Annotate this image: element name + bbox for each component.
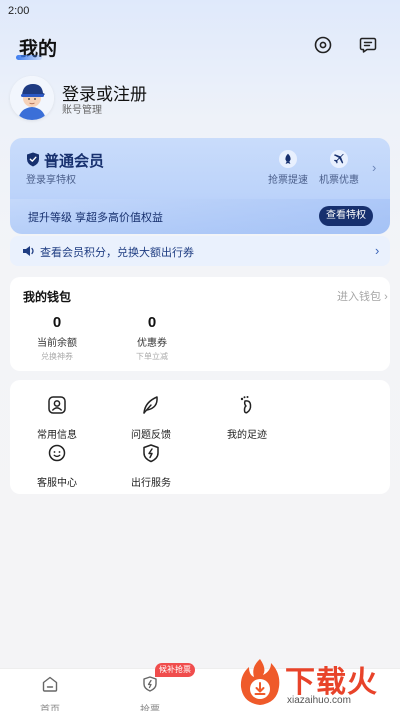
- service-footprint[interactable]: 我的足迹: [212, 394, 282, 441]
- status-bar: 2:00: [0, 0, 400, 22]
- service-feedback[interactable]: 问题反馈: [116, 394, 186, 441]
- status-time: 2:00: [8, 5, 30, 17]
- avatar-illustration-icon: [10, 76, 54, 120]
- waitlist-badge: 候补抢票: [155, 663, 195, 677]
- service-travel[interactable]: 出行服务: [116, 442, 186, 489]
- wallet-card: 我的钱包 进入钱包 › 0 当前余额 兑换神券 0 优惠券 下单立减: [10, 277, 390, 371]
- service-frequent-info[interactable]: 常用信息: [22, 394, 92, 441]
- coupon-value: 0: [147, 314, 157, 331]
- message-icon[interactable]: [358, 35, 378, 55]
- title-underline: [16, 55, 42, 60]
- service-customer-center[interactable]: 客服中心: [22, 442, 92, 489]
- ticket-grab-icon: [143, 676, 157, 692]
- login-profile[interactable]: 登录或注册 账号管理: [10, 76, 310, 122]
- view-perks-button[interactable]: 查看特权: [319, 206, 373, 226]
- travel-service-icon: [143, 444, 159, 463]
- perk-flight-discount[interactable]: 机票优惠: [315, 150, 363, 186]
- balance-sub: 兑换神券: [41, 352, 73, 361]
- feather-icon: [143, 396, 158, 414]
- footprint-icon: [240, 396, 252, 414]
- rocket-icon: [285, 153, 291, 164]
- avatar[interactable]: [10, 76, 54, 120]
- points-banner-text: 查看会员积分，兑换大额出行券: [40, 247, 194, 259]
- tab-grab-ticket[interactable]: 抢票: [120, 675, 180, 711]
- membership-upgrade-bar: 提升等级 享超多高价值权益 查看特权: [10, 199, 390, 234]
- chevron-right-icon[interactable]: ›: [372, 160, 376, 175]
- services-grid: 常用信息 问题反馈 我的足迹 客服中心 出行服务: [10, 380, 390, 494]
- membership-level: 普通会员: [44, 153, 105, 170]
- account-management-label[interactable]: 账号管理: [62, 101, 102, 116]
- shield-icon: [27, 152, 39, 167]
- settings-icon[interactable]: [313, 35, 333, 55]
- balance-value: 0: [52, 314, 62, 331]
- home-icon: [42, 676, 58, 692]
- coupon-label: 优惠券: [137, 338, 167, 349]
- contact-card-icon: [48, 396, 66, 414]
- chevron-right-icon: ›: [384, 291, 388, 303]
- tab-home[interactable]: 首页: [20, 675, 80, 711]
- wallet-balance[interactable]: 0 当前余额 兑换神券: [22, 314, 92, 362]
- flame-logo-icon: [240, 659, 280, 705]
- header: 我的: [0, 30, 400, 62]
- chevron-right-icon: ›: [375, 243, 380, 258]
- membership-card[interactable]: 普通会员 登录享特权 抢票提速 机票优惠 › 提升等级 享超多高价值权益 查看特…: [10, 138, 390, 234]
- coupon-sub: 下单立减: [136, 352, 168, 361]
- upgrade-text: 提升等级 享超多高价值权益: [28, 212, 164, 224]
- membership-header[interactable]: 普通会员 登录享特权 抢票提速 机票优惠 ›: [10, 138, 390, 198]
- enter-wallet-link[interactable]: 进入钱包 ›: [337, 288, 388, 304]
- membership-subtitle: 登录享特权: [26, 175, 76, 186]
- plane-icon: [333, 153, 344, 164]
- wallet-coupons[interactable]: 0 优惠券 下单立减: [117, 314, 187, 362]
- watermark-url: xiazaihuo.com: [287, 695, 351, 706]
- wallet-title: 我的钱包: [23, 290, 72, 304]
- points-banner[interactable]: 查看会员积分，兑换大额出行券 ›: [10, 236, 390, 266]
- perk-fast-booking[interactable]: 抢票提速: [264, 150, 312, 186]
- balance-label: 当前余额: [37, 338, 77, 349]
- speaker-icon: [23, 246, 34, 256]
- watermark: 下载火 xiazaihuo.com: [235, 655, 400, 711]
- customer-service-icon: [48, 444, 66, 462]
